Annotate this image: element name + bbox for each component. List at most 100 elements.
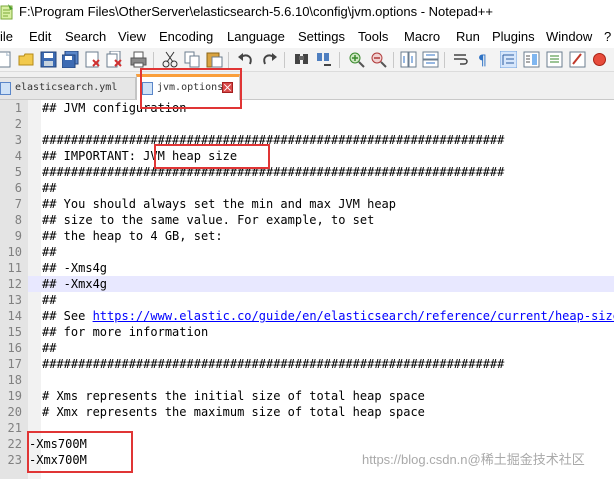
- notepad-plus-plus-icon: [0, 4, 13, 20]
- menu-tools[interactable]: Tools: [358, 29, 388, 44]
- line-number: 12: [7, 277, 22, 291]
- code-line: 8 ## size to the same value. For example,…: [0, 212, 614, 228]
- indent-guide-icon[interactable]: [500, 51, 517, 68]
- menu-file[interactable]: ile: [0, 29, 13, 44]
- code-line: 10 ##: [0, 244, 614, 260]
- title-bar: F:\Program Files\OtherServer\elasticsear…: [0, 0, 614, 26]
- line-number: 19: [7, 389, 22, 403]
- annotation-box-heap-size: [154, 144, 270, 169]
- print-icon[interactable]: [130, 51, 147, 68]
- line-number: 23: [7, 453, 22, 467]
- code-line: 5 #######################################…: [0, 164, 614, 180]
- code-line: 1 ## JVM configuration: [0, 100, 614, 116]
- line-number: 1: [14, 101, 22, 115]
- svg-text:¶: ¶: [478, 53, 487, 68]
- code-line: 2: [0, 116, 614, 132]
- toolbar-separator: [284, 52, 285, 68]
- monitoring-icon[interactable]: [591, 51, 608, 68]
- line-number: 4: [14, 149, 22, 163]
- line-number: 10: [7, 245, 22, 259]
- code-text: ########################################…: [42, 357, 505, 371]
- zoom-out-icon[interactable]: [370, 51, 387, 68]
- menu-language[interactable]: Language: [227, 29, 285, 44]
- watermark: https://blog.csdn.n@稀土掘金技术社区: [362, 452, 585, 467]
- code-line: 18: [0, 372, 614, 388]
- line-number: 18: [7, 373, 22, 387]
- code-text: ## -Xmx4g: [42, 277, 108, 291]
- code-text: ## size to the same value. For example, …: [42, 213, 375, 227]
- code-text: ## the heap to 4 GB, set:: [42, 229, 223, 243]
- copy-icon[interactable]: [184, 51, 201, 68]
- menu-run[interactable]: Run: [456, 29, 480, 44]
- code-line: 9 ## the heap to 4 GB, set:: [0, 228, 614, 244]
- redo-icon[interactable]: [261, 51, 278, 68]
- word-wrap-icon[interactable]: [452, 51, 469, 68]
- menu-edit[interactable]: Edit: [29, 29, 51, 44]
- toolbar-separator: [339, 52, 340, 68]
- code-text: ##: [42, 181, 57, 195]
- line-number: 16: [7, 341, 22, 355]
- code-prefix: ## See: [42, 309, 93, 323]
- file-icon: [0, 82, 11, 95]
- save-icon[interactable]: [40, 51, 57, 68]
- toolbar: ¶: [0, 48, 614, 72]
- replace-icon[interactable]: [316, 51, 333, 68]
- code-line: 20 # Xmx represents the maximum size of t…: [0, 404, 614, 420]
- menu-window[interactable]: Window: [546, 29, 592, 44]
- editor-area[interactable]: 1 ## JVM configuration 2 3 ###############…: [0, 100, 614, 479]
- tab-bar: elasticsearch.yml jvm.options: [0, 72, 614, 100]
- line-number: 11: [7, 261, 22, 275]
- menu-macro[interactable]: Macro: [404, 29, 440, 44]
- toolbar-separator: [153, 52, 154, 68]
- code-text: ## You should always set the min and max…: [42, 197, 397, 211]
- document-map-icon[interactable]: [523, 51, 540, 68]
- open-file-icon[interactable]: [18, 51, 35, 68]
- save-all-icon[interactable]: [62, 51, 79, 68]
- sync-horizontal-icon[interactable]: [422, 51, 439, 68]
- heap-size-doc-link[interactable]: https://www.elastic.co/guide/en/elastics…: [93, 309, 614, 323]
- menu-view[interactable]: View: [118, 29, 146, 44]
- code-line: 19 # Xms represents the initial size of t…: [0, 388, 614, 404]
- menu-search[interactable]: Search: [65, 29, 106, 44]
- code-line: 4 ## IMPORTANT: JVM heap size: [0, 148, 614, 164]
- new-file-icon[interactable]: [0, 51, 13, 68]
- menu-encoding[interactable]: Encoding: [159, 29, 213, 44]
- annotation-box-tab: [140, 68, 242, 109]
- undo-icon[interactable]: [237, 51, 254, 68]
- code-text: ## See https://www.elastic.co/guide/en/e…: [42, 308, 614, 324]
- function-list-icon[interactable]: [546, 51, 563, 68]
- line-number: 22: [7, 437, 22, 451]
- line-number: 14: [7, 309, 22, 323]
- code-text: ## for more information: [42, 325, 209, 339]
- menu-settings[interactable]: Settings: [298, 29, 345, 44]
- line-number: 21: [7, 421, 22, 435]
- code-line: 15 ## for more information: [0, 324, 614, 340]
- line-number: 17: [7, 357, 22, 371]
- paste-icon[interactable]: [206, 51, 223, 68]
- line-number: 9: [14, 229, 22, 243]
- code-line: 7 ## You should always set the min and ma…: [0, 196, 614, 212]
- show-all-chars-icon[interactable]: ¶: [474, 51, 491, 68]
- close-all-icon[interactable]: [106, 51, 123, 68]
- line-number: 13: [7, 293, 22, 307]
- sync-vertical-icon[interactable]: [400, 51, 417, 68]
- line-number: 20: [7, 405, 22, 419]
- menu-help[interactable]: ?: [604, 29, 611, 44]
- close-icon[interactable]: [84, 51, 101, 68]
- tab-label: elasticsearch.yml: [15, 82, 118, 93]
- folder-as-workspace-icon[interactable]: [569, 51, 586, 68]
- zoom-in-icon[interactable]: [348, 51, 365, 68]
- code-line: 11 ## -Xms4g: [0, 260, 614, 276]
- toolbar-separator: [444, 52, 445, 68]
- find-icon[interactable]: [293, 51, 310, 68]
- code-line: 6 ##: [0, 180, 614, 196]
- code-text: ########################################…: [42, 165, 505, 179]
- tab-elasticsearch-yml[interactable]: elasticsearch.yml: [0, 77, 136, 99]
- code-text: # Xms represents the initial size of tot…: [42, 389, 425, 403]
- code-text: ##: [42, 341, 57, 355]
- code-text: ## -Xms4g: [42, 261, 108, 275]
- cut-icon[interactable]: [162, 51, 179, 68]
- code-text: # Xmx represents the maximum size of tot…: [42, 405, 425, 419]
- menu-plugins[interactable]: Plugins: [492, 29, 535, 44]
- code-line: 13 ##: [0, 292, 614, 308]
